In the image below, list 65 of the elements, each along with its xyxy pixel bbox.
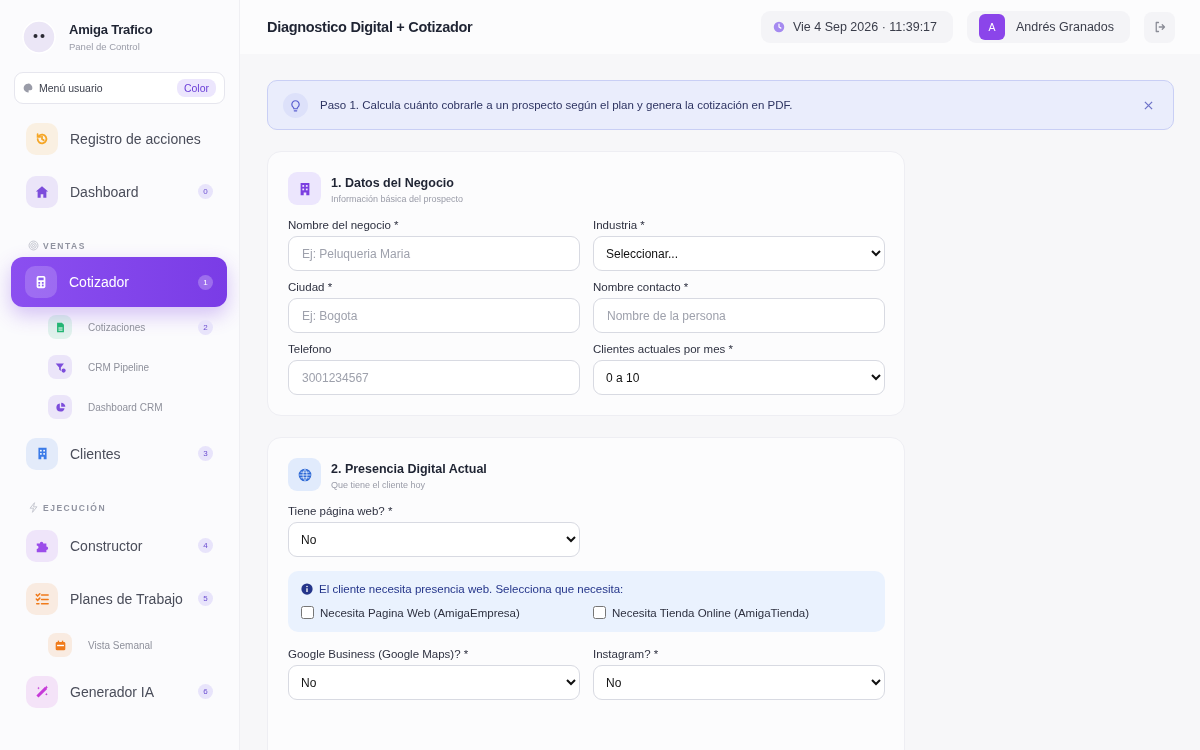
card-subtitle: Que tiene el cliente hoy — [331, 479, 427, 490]
lightbulb-icon — [289, 98, 302, 112]
user-pill[interactable]: A Andrés Granados — [967, 11, 1130, 43]
target-icon — [28, 240, 39, 251]
count-badge: 5 — [198, 591, 213, 606]
nav-item[interactable]: Planes de Trabajo 5 — [12, 572, 227, 625]
notice-text: El cliente necesita presencia web. Selecciona que necesita: — [319, 583, 624, 595]
select-field[interactable]: Seleccionar... — [593, 236, 885, 271]
nav-item[interactable]: Cotizador 1 — [11, 257, 227, 307]
nav-item[interactable]: Clientes 3 — [12, 427, 227, 480]
count-badge: 2 — [198, 319, 213, 335]
text-field[interactable]: Nombre de la persona — [593, 298, 885, 333]
nav-item[interactable]: Generador IA 6 — [12, 665, 227, 718]
logout-button[interactable] — [1144, 11, 1175, 43]
close-icon — [1144, 100, 1153, 110]
field-label: Ciudad * — [288, 281, 334, 293]
field-label: Industria * — [593, 219, 646, 231]
nav-item[interactable]: Constructor 4 — [12, 519, 227, 572]
field-label: Nombre del negocio * — [288, 219, 400, 231]
text-field[interactable]: 3001234567 — [288, 360, 580, 395]
text-field[interactable]: Ej: Bogota — [288, 298, 580, 333]
checkbox[interactable] — [301, 606, 314, 619]
field-label: Instagram? * — [593, 648, 660, 660]
nav-item[interactable]: Dashboard 0 — [12, 165, 227, 218]
field-label: Google Business (Google Maps)? * — [288, 648, 470, 660]
field-label: Telefono — [288, 343, 333, 355]
brand-subtitle: Panel de Control — [69, 41, 141, 52]
select-field[interactable]: No — [288, 522, 580, 557]
count-badge: 1 — [198, 274, 213, 290]
count-badge: 6 — [198, 684, 213, 699]
count-badge: 3 — [198, 446, 213, 461]
user-menu-button[interactable]: Menú usuario Color — [14, 72, 225, 104]
field-label: Nombre contacto * — [593, 281, 690, 293]
color-badge: Color — [176, 79, 216, 97]
checkbox-label: Necesita Pagina Web (AmigaEmpresa) — [320, 606, 520, 619]
datetime-pill: Vie 4 Sep 2026 · 11:39:17 — [760, 11, 953, 43]
count-badge: 4 — [198, 538, 213, 553]
palette-icon — [23, 83, 33, 93]
checkbox-label: Necesita Tienda Online (AmigaTienda) — [612, 606, 810, 619]
info-icon — [301, 583, 313, 595]
nav-section-heading: EJECUCIÓN — [43, 502, 107, 513]
mascot-logo-icon — [22, 20, 56, 54]
globe-icon — [297, 467, 312, 482]
checkbox[interactable] — [593, 606, 606, 619]
nav-section-heading: VENTAS — [43, 240, 86, 251]
count-badge: 0 — [198, 184, 213, 199]
select-field[interactable]: No — [593, 665, 885, 700]
text-field[interactable]: Ej: Peluqueria Maria — [288, 236, 580, 271]
select-field[interactable]: 0 a 10 — [593, 360, 885, 395]
card-title: 2. Presencia Digital Actual — [331, 461, 487, 476]
select-field[interactable]: No — [288, 665, 580, 700]
nav-item[interactable]: Registro de acciones — [12, 112, 227, 165]
card-subtitle: Información básica del prospecto — [331, 193, 464, 204]
field-label: Clientes actuales por mes * — [593, 343, 734, 355]
nav-subitem[interactable]: Cotizaciones 2 — [12, 307, 227, 347]
close-button[interactable] — [1144, 100, 1153, 110]
user-avatar: A — [979, 14, 1005, 40]
logout-icon — [1153, 21, 1166, 33]
field-label: Tiene página web? * — [288, 505, 394, 517]
page-title: Diagnostico Digital + Cotizador — [267, 19, 473, 35]
clock-icon — [772, 21, 785, 33]
bolt-icon — [28, 502, 39, 513]
card-title: 1. Datos del Negocio — [331, 175, 455, 190]
brand-name: Amiga Trafico — [69, 22, 153, 37]
info-message: Paso 1. Calcula cuánto cobrarle a un prospecto según el plan y genera la cotización en PDF. — [320, 99, 794, 111]
